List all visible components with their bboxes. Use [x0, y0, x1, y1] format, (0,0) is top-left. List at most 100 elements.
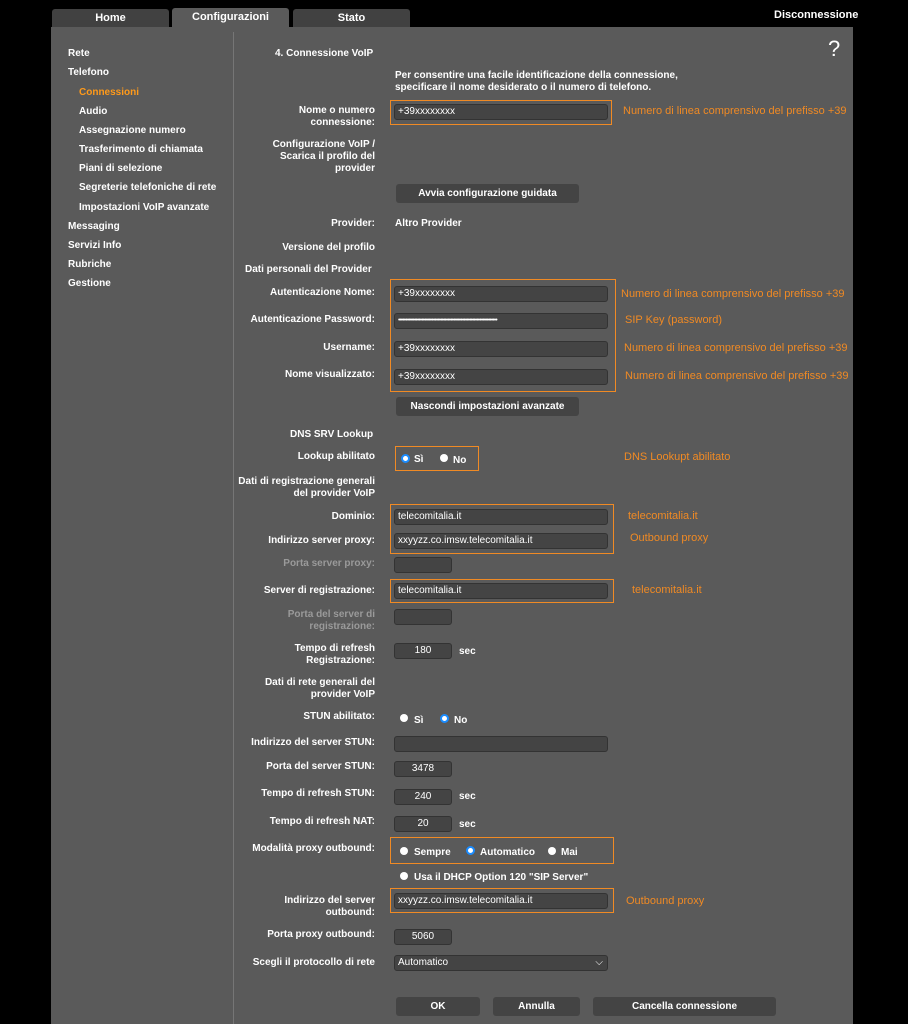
personal-data-title: Dati personali del Provider [245, 264, 372, 275]
stun-yes-radio[interactable] [400, 714, 408, 722]
username-input[interactable]: +39xxxxxxxx [394, 341, 608, 357]
mode-never-label: Mai [561, 847, 578, 858]
hide-advanced-button[interactable]: Nascondi impostazioni avanzate [396, 397, 579, 416]
proxy-addr-label: Indirizzo server proxy: [268, 535, 375, 546]
username-label: Username: [323, 342, 375, 353]
stun-port-input[interactable]: 3478 [394, 761, 452, 777]
dns-srv-title: DNS SRV Lookup [290, 429, 374, 440]
auth-pwd-input[interactable]: ••••••••••••••••••••••••••••••••••••••••… [394, 313, 608, 329]
provider-label: Provider: [331, 218, 375, 229]
stun-addr-input[interactable] [394, 736, 608, 752]
refresh-input[interactable]: 180 [394, 643, 452, 659]
note-proxy: Outbound proxy [630, 532, 709, 544]
stun-no-radio[interactable] [440, 714, 449, 723]
auth-name-input[interactable]: +39xxxxxxxx [394, 286, 608, 302]
profile-version-label: Versione del profilo [282, 242, 375, 253]
refresh-unit: sec [459, 646, 476, 657]
sidebar-item-connessioni[interactable]: Connessioni [79, 87, 139, 98]
outbound-port-label: Porta proxy outbound: [267, 929, 375, 940]
intro-text: Per consentire una facile identificazion… [395, 70, 678, 93]
sidebar-item-assegnazione-numero[interactable]: Assegnazione numero [79, 125, 186, 136]
sidebar-item-gestione[interactable]: Gestione [68, 278, 111, 289]
sidebar-item-telefono[interactable]: Telefono [68, 67, 109, 78]
domain-label: Dominio: [331, 511, 375, 522]
nat-refresh-unit: sec [459, 819, 476, 830]
nat-refresh-label: Tempo di refresh NAT: [269, 816, 375, 827]
note-username: Numero di linea comprensivo del prefisso… [624, 342, 848, 354]
disconnect-link[interactable]: Disconnessione [774, 9, 858, 21]
outbound-port-input[interactable]: 5060 [394, 929, 452, 945]
reg-port-label: Porta del server di registrazione: [287, 609, 375, 632]
note-dns-lookup: DNS Lookupt abilitato [624, 451, 731, 463]
page-title: 4. Connessione VoIP [275, 48, 374, 59]
proxy-port-input[interactable] [394, 557, 452, 573]
sidebar-item-trasferimento[interactable]: Trasferimento di chiamata [79, 144, 203, 155]
stun-no-label: No [454, 715, 468, 726]
stun-refresh-label: Tempo di refresh STUN: [261, 788, 375, 799]
conn-name-label: Nome o numero connessione: [298, 105, 375, 128]
lookup-no-radio[interactable] [440, 454, 448, 462]
wizard-button[interactable]: Avvia configurazione guidata [396, 184, 579, 203]
lookup-no-label: No [453, 455, 467, 466]
note-reg-server: telecomitalia.it [632, 584, 702, 596]
sidebar-item-servizi-info[interactable]: Servizi Info [68, 240, 121, 251]
display-name-label: Nome visualizzato: [284, 369, 375, 380]
sidebar-item-impostazioni-voip[interactable]: Impostazioni VoIP avanzate [79, 202, 209, 213]
net-title: Dati di rete generali del provider VoIP [264, 677, 375, 700]
lookup-yes-radio[interactable] [401, 454, 410, 463]
display-name-input[interactable]: +39xxxxxxxx [394, 369, 608, 385]
help-icon[interactable]: ? [828, 36, 840, 62]
outbound-addr-label: Indirizzo del server outbound: [284, 895, 375, 918]
sidebar-divider [233, 32, 234, 1024]
cancel-button[interactable]: Annulla [493, 997, 580, 1016]
reg-server-label: Server di registrazione: [263, 585, 375, 596]
sidebar-item-segreterie[interactable]: Segreterie telefoniche di rete [79, 182, 216, 193]
proxy-port-label: Porta server proxy: [283, 558, 375, 569]
stun-enabled-label: STUN abilitato: [303, 711, 375, 722]
note-domain: telecomitalia.it [628, 510, 698, 522]
sidebar-item-messaging[interactable]: Messaging [68, 221, 120, 232]
mode-auto-radio[interactable] [466, 846, 475, 855]
tab-stato[interactable]: Stato [293, 9, 410, 27]
mode-always-label: Sempre [414, 847, 451, 858]
auth-name-label: Autenticazione Nome: [269, 287, 375, 298]
dhcp-option-radio[interactable] [400, 872, 408, 880]
mode-auto-label: Automatico [480, 847, 535, 858]
ok-button[interactable]: OK [396, 997, 480, 1016]
tab-home[interactable]: Home [52, 9, 169, 27]
chevron-down-icon: ⌵ [595, 957, 603, 968]
provider-value: Altro Provider [395, 218, 462, 229]
outbound-addr-input[interactable]: xxyyzz.co.imsw.telecomitalia.it [394, 893, 608, 909]
protocol-label: Scegli il protocollo di rete [252, 957, 375, 968]
nat-refresh-input[interactable]: 20 [394, 816, 452, 832]
reg-server-input[interactable]: telecomitalia.it [394, 583, 608, 599]
voip-config-label: Configurazione VoIP / Scarica il profilo… [272, 139, 375, 174]
reg-title: Dati di registrazione generali del provi… [238, 476, 375, 499]
delete-connection-button[interactable]: Cancella connessione [593, 997, 776, 1016]
domain-input[interactable]: telecomitalia.it [394, 509, 608, 525]
protocol-select[interactable]: Automatico ⌵ [394, 955, 608, 971]
sidebar-item-rete[interactable]: Rete [68, 48, 90, 59]
stun-refresh-input[interactable]: 240 [394, 789, 452, 805]
proxy-addr-input[interactable]: xxyyzz.co.imsw.telecomitalia.it [394, 533, 608, 549]
stun-yes-label: Sì [414, 715, 424, 726]
note-sip-key: SIP Key (password) [625, 314, 723, 326]
sidebar-item-piani-selezione[interactable]: Piani di selezione [79, 163, 162, 174]
protocol-select-value: Automatico [398, 957, 449, 968]
dhcp-option-label: Usa il DHCP Option 120 "SIP Server" [414, 872, 589, 883]
sidebar-item-rubriche[interactable]: Rubriche [68, 259, 111, 270]
note-auth-name: Numero di linea comprensivo del prefisso… [621, 288, 845, 300]
sidebar-item-audio[interactable]: Audio [79, 106, 107, 117]
stun-port-label: Porta del server STUN: [266, 761, 375, 772]
lookup-label: Lookup abilitato [297, 451, 375, 462]
mode-always-radio[interactable] [400, 847, 408, 855]
mode-never-radio[interactable] [548, 847, 556, 855]
note-conn-name: Numero di linea comprensivo del prefisso… [623, 105, 847, 117]
auth-pwd-label: Autenticazione Password: [250, 314, 375, 325]
stun-refresh-unit: sec [459, 791, 476, 802]
refresh-label: Tempo di refresh Registrazione: [294, 643, 375, 666]
tab-configurazioni[interactable]: Configurazioni [172, 8, 289, 27]
conn-name-input[interactable]: +39xxxxxxxx [394, 104, 608, 120]
reg-port-input[interactable] [394, 609, 452, 625]
note-display-name: Numero di linea comprensivo del prefisso… [625, 370, 849, 382]
